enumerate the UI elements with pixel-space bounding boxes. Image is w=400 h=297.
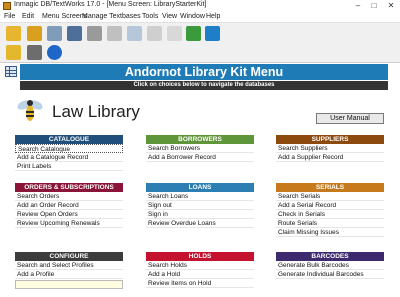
add-borrower-record-link[interactable]: Add a Borrower Record xyxy=(146,153,254,162)
search-orders-link[interactable]: Search Orders xyxy=(15,192,123,201)
search-catalogue-link[interactable]: Search Catalogue xyxy=(15,144,123,153)
add-supplier-record-link[interactable]: Add a Supplier Record xyxy=(276,153,384,162)
configure-input-box[interactable] xyxy=(15,280,123,289)
generate-bulk-barcodes-link[interactable]: Generate Bulk Barcodes xyxy=(276,261,384,270)
search-borrowers-link[interactable]: Search Borrowers xyxy=(146,144,254,153)
maximize-button[interactable]: □ xyxy=(366,0,382,12)
sign-in-link[interactable]: Sign in xyxy=(146,210,254,219)
panel-serials: SERIALS Search Serials Add a Serial Reco… xyxy=(276,183,384,237)
edit-icon[interactable] xyxy=(6,45,21,60)
library-title: Law Library xyxy=(52,102,140,121)
menu-menu-screens[interactable]: Menu Screens xyxy=(42,13,87,20)
sort-icon[interactable] xyxy=(127,26,142,41)
review-upcoming-renewals-link[interactable]: Review Upcoming Renewals xyxy=(15,219,123,228)
menu-subbanner: Click on choices below to navigate the d… xyxy=(20,81,388,90)
menu-view[interactable]: View xyxy=(162,13,177,20)
route-serials-link[interactable]: Route Serials xyxy=(276,219,384,228)
panel-orders-header: ORDERS & SUBSCRIPTIONS xyxy=(15,183,123,192)
add-serial-record-link[interactable]: Add a Serial Record xyxy=(276,201,384,210)
panel-borrowers: BORROWERS Search Borrowers Add a Borrowe… xyxy=(146,135,254,162)
bee-logo-icon xyxy=(17,100,43,121)
menu-manage-textbases[interactable]: Manage Textbases xyxy=(82,13,141,20)
menu-tools[interactable]: Tools xyxy=(142,13,158,20)
clipboard-icon[interactable] xyxy=(107,26,122,41)
search-serials-link[interactable]: Search Serials xyxy=(276,192,384,201)
search-suppliers-link[interactable]: Search Suppliers xyxy=(276,144,384,153)
menu-window[interactable]: Window xyxy=(180,13,205,20)
search-loans-link[interactable]: Search Loans xyxy=(146,192,254,201)
app-icon xyxy=(3,2,11,10)
close-button[interactable]: ✕ xyxy=(383,0,399,12)
panel-configure: CONFIGURE Search and Select Profiles Add… xyxy=(15,252,123,289)
menu-bar: File Edit Menu Screens Manage Textbases … xyxy=(0,12,400,23)
add-order-record-link[interactable]: Add an Order Record xyxy=(15,201,123,210)
check-in-serials-link[interactable]: Check in Serials xyxy=(276,210,384,219)
search-select-profiles-link[interactable]: Search and Select Profiles xyxy=(15,261,123,270)
panel-suppliers: SUPPLIERS Search Suppliers Add a Supplie… xyxy=(276,135,384,162)
info-help-icon[interactable] xyxy=(47,45,62,60)
claim-missing-issues-link[interactable]: Claim Missing Issues xyxy=(276,228,384,237)
menu-help[interactable]: Help xyxy=(206,13,220,20)
minimize-button[interactable]: – xyxy=(350,0,366,12)
context-help-icon[interactable] xyxy=(205,26,220,41)
panel-catalogue: CATALOGUE Search Catalogue Add a Catalog… xyxy=(15,135,123,171)
panel-configure-header: CONFIGURE xyxy=(15,252,123,261)
panel-serials-header: SERIALS xyxy=(276,183,384,192)
review-overdue-loans-link[interactable]: Review Overdue Loans xyxy=(146,219,254,228)
toolbar xyxy=(0,23,400,63)
globe-icon[interactable] xyxy=(87,26,102,41)
open-textbase-icon[interactable] xyxy=(6,26,21,41)
review-open-orders-link[interactable]: Review Open Orders xyxy=(15,210,123,219)
query-icon[interactable] xyxy=(47,26,62,41)
review-items-on-hold-link[interactable]: Review Items on Hold xyxy=(146,279,254,288)
report-icon[interactable] xyxy=(147,26,162,41)
panel-loans: LOANS Search Loans Sign out Sign in Revi… xyxy=(146,183,254,228)
print-labels-link[interactable]: Print Labels xyxy=(15,162,123,171)
menu-edit[interactable]: Edit xyxy=(22,13,34,20)
find-icon[interactable] xyxy=(67,26,82,41)
add-catalogue-record-link[interactable]: Add a Catalogue Record xyxy=(15,153,123,162)
add-profile-link[interactable]: Add a Profile xyxy=(15,270,123,279)
generate-individual-barcodes-link[interactable]: Generate Individual Barcodes xyxy=(276,270,384,279)
sign-out-link[interactable]: Sign out xyxy=(146,201,254,210)
menu-file[interactable]: File xyxy=(4,13,15,20)
search-holds-link[interactable]: Search Holds xyxy=(146,261,254,270)
open-folder-icon[interactable] xyxy=(27,26,42,41)
panel-holds-header: HOLDS xyxy=(146,252,254,261)
title-bar: Inmagic DB/TextWorks 17.0 - [Menu Screen… xyxy=(0,0,400,12)
panel-loans-header: LOANS xyxy=(146,183,254,192)
user-manual-button[interactable]: User Manual xyxy=(316,113,384,124)
panel-orders: ORDERS & SUBSCRIPTIONS Search Orders Add… xyxy=(15,183,123,228)
panel-barcodes-header: BARCODES xyxy=(276,252,384,261)
panel-holds: HOLDS Search Holds Add a Hold Review Ite… xyxy=(146,252,254,288)
help-icon[interactable] xyxy=(186,26,201,41)
panel-borrowers-header: BORROWERS xyxy=(146,135,254,144)
grid-icon[interactable] xyxy=(5,66,17,77)
document-icon[interactable] xyxy=(167,26,182,41)
stop-icon[interactable] xyxy=(27,45,42,60)
menu-banner: Andornot Library Kit Menu xyxy=(20,64,388,80)
panel-suppliers-header: SUPPLIERS xyxy=(276,135,384,144)
window-title: Inmagic DB/TextWorks 17.0 - [Menu Screen… xyxy=(14,1,207,8)
add-hold-link[interactable]: Add a Hold xyxy=(146,270,254,279)
panel-catalogue-header: CATALOGUE xyxy=(15,135,123,144)
panel-barcodes: BARCODES Generate Bulk Barcodes Generate… xyxy=(276,252,384,279)
